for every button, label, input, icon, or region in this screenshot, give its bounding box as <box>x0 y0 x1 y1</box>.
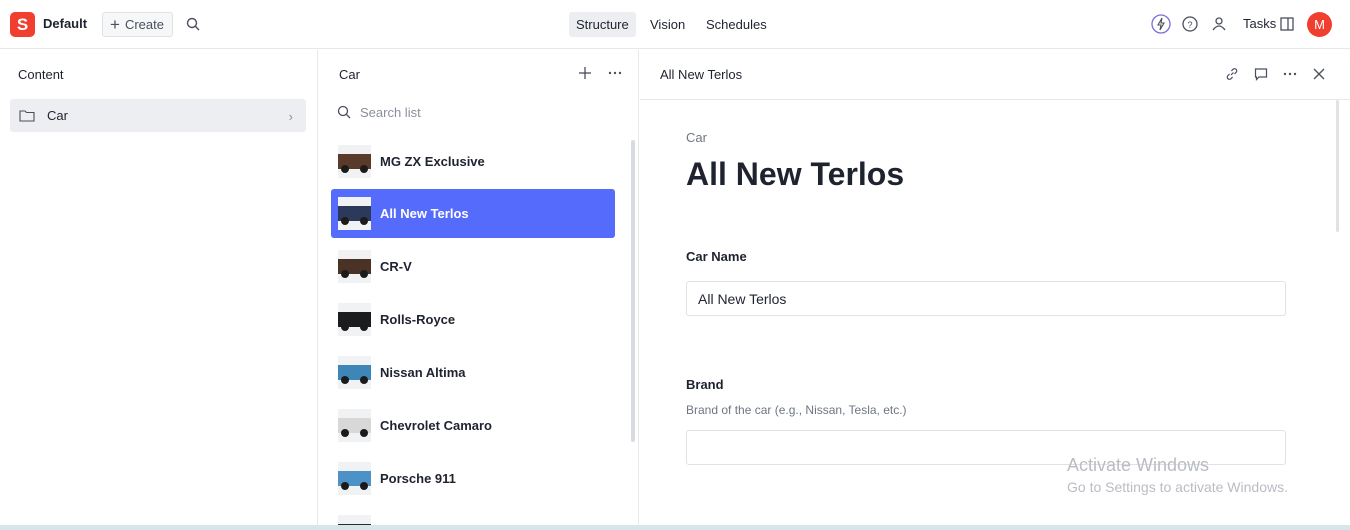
list-item[interactable]: MG ZX Exclusive <box>331 137 615 186</box>
content-item-label: Car <box>47 108 68 123</box>
more-menu-icon[interactable] <box>1282 66 1298 82</box>
list-pane-title: Car <box>339 67 360 82</box>
car-thumbnail <box>338 356 371 389</box>
search-icon[interactable] <box>186 17 200 31</box>
tab-structure[interactable]: Structure <box>569 12 636 37</box>
studio-logo[interactable]: S <box>10 12 35 37</box>
panel-toggle-icon[interactable] <box>1277 14 1297 34</box>
document-header-divider <box>640 99 1350 100</box>
list-item[interactable] <box>331 507 615 526</box>
tab-schedules[interactable]: Schedules <box>699 12 774 37</box>
car-thumbnail <box>338 409 371 442</box>
plus-icon: + <box>110 15 120 34</box>
list-pane: Car MG ZX Exclusive All New Terlos CR-V … <box>319 50 639 526</box>
lightning-icon[interactable] <box>1151 14 1171 34</box>
car-thumbnail <box>338 197 371 230</box>
activate-windows-hint: Go to Settings to activate Windows. <box>1067 479 1288 495</box>
workspace-name[interactable]: Default <box>43 16 87 31</box>
content-item-car[interactable]: Car › <box>10 99 306 132</box>
folder-icon <box>19 110 35 122</box>
add-document-icon[interactable] <box>578 66 592 80</box>
document-type-label: Car <box>686 130 707 145</box>
user-avatar[interactable]: M <box>1307 12 1332 37</box>
document-scrollbar[interactable] <box>1336 100 1339 232</box>
tasks-button[interactable]: Tasks <box>1243 16 1276 31</box>
field-description-brand: Brand of the car (e.g., Nissan, Tesla, e… <box>686 403 907 417</box>
more-menu-icon[interactable] <box>607 65 623 81</box>
list-item-name: MG ZX Exclusive <box>380 154 485 169</box>
list-item-name: CR-V <box>380 259 412 274</box>
car-name-input[interactable] <box>686 281 1286 316</box>
document-header-title: All New Terlos <box>660 67 743 82</box>
list-item[interactable]: Nissan Altima <box>331 348 615 397</box>
car-list: MG ZX Exclusive All New Terlos CR-V Roll… <box>331 137 615 526</box>
window-bottom-edge <box>0 525 1350 530</box>
list-item-name: All New Terlos <box>380 206 469 221</box>
user-icon[interactable] <box>1209 14 1229 34</box>
list-item[interactable]: Chevrolet Camaro <box>331 401 615 450</box>
car-thumbnail <box>338 303 371 336</box>
create-button-label: Create <box>124 17 164 32</box>
document-title: All New Terlos <box>686 156 905 192</box>
activate-windows-title: Activate Windows <box>1067 455 1210 475</box>
link-icon[interactable] <box>1224 66 1240 82</box>
comment-icon[interactable] <box>1253 66 1269 82</box>
tab-vision[interactable]: Vision <box>643 12 692 37</box>
create-button[interactable]: + Create <box>102 12 173 37</box>
help-icon[interactable]: ? <box>1180 14 1200 34</box>
list-item-name: Rolls-Royce <box>380 312 456 327</box>
list-item[interactable]: Porsche 911 <box>331 454 615 503</box>
list-item[interactable]: CR-V <box>331 242 615 291</box>
close-icon[interactable] <box>1311 66 1327 82</box>
list-item[interactable]: All New Terlos <box>331 189 615 238</box>
list-item-name: Porsche 911 <box>380 471 456 486</box>
field-label-brand: Brand <box>686 377 724 392</box>
content-pane: Content Car › <box>0 50 318 526</box>
content-pane-title: Content <box>18 67 64 82</box>
list-search[interactable] <box>337 102 617 122</box>
document-pane: All New Terlos Car All New Terlos Car Na… <box>640 50 1350 526</box>
car-thumbnail <box>338 250 371 283</box>
car-thumbnail <box>338 462 371 495</box>
field-label-car-name: Car Name <box>686 249 747 264</box>
list-item-name: Nissan Altima <box>380 365 466 380</box>
top-bar: S Default + Create Structure Vision Sche… <box>0 0 1350 49</box>
search-input[interactable] <box>360 104 600 120</box>
car-thumbnail <box>338 145 371 178</box>
search-icon <box>337 105 351 119</box>
list-item-name: Chevrolet Camaro <box>380 418 492 433</box>
list-scrollbar[interactable] <box>631 140 635 442</box>
list-item[interactable]: Rolls-Royce <box>331 295 615 344</box>
svg-text:?: ? <box>1187 20 1192 30</box>
chevron-right-icon: › <box>288 109 293 124</box>
